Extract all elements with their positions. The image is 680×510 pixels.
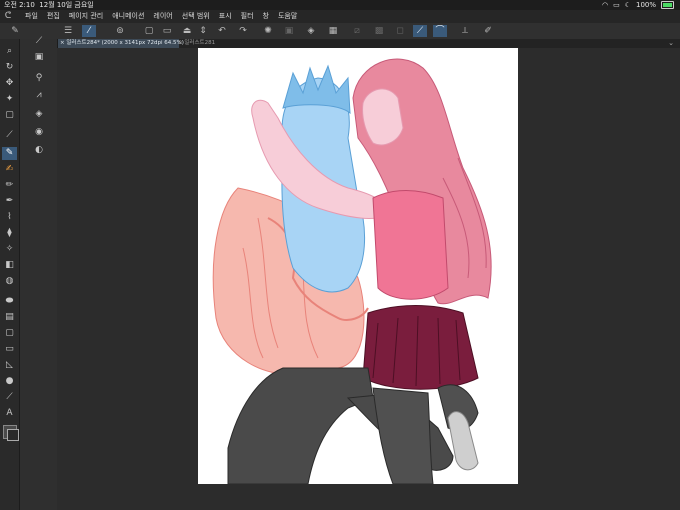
status-right: ◠ ▭ ☾ 100%: [602, 0, 674, 10]
status-time: 오전 2:10: [4, 1, 35, 9]
app-logo-icon[interactable]: ᕦ: [0, 10, 16, 23]
menu-edit[interactable]: 편집: [47, 10, 60, 23]
save-icon[interactable]: ⏏: [180, 25, 194, 37]
deselect-icon[interactable]: ◻: [393, 25, 407, 37]
move-icon[interactable]: ✥: [2, 77, 17, 90]
tab-label: 일러스트284* (2000 x 3141px 72dpi 64.5%): [66, 40, 184, 46]
menu-animation[interactable]: 애니메이션: [112, 10, 144, 23]
shape-icon[interactable]: ◺: [2, 359, 17, 372]
wifi-icon: ◠: [601, 1, 609, 9]
line-icon[interactable]: ⟋: [2, 391, 17, 404]
open-folder-icon[interactable]: ▭: [160, 25, 174, 37]
material-icon[interactable]: ◉: [32, 126, 46, 139]
line-draw-icon[interactable]: ⟋: [413, 25, 427, 37]
chevron-down-icon[interactable]: ⌄: [668, 39, 674, 48]
status-date: 12월 10일 금요일: [39, 1, 94, 9]
illustration: [212, 58, 492, 484]
marker-icon[interactable]: ✒: [2, 195, 17, 208]
rotate-icon[interactable]: ↻: [2, 61, 17, 74]
sub-tool-panel: ⟋ ▣ ⚲ ⩘ ◈ ◉ ◐: [20, 36, 58, 510]
battery-icon: [661, 1, 674, 9]
layer-property-icon[interactable]: ⊚: [113, 25, 127, 37]
drawing-canvas[interactable]: [198, 48, 518, 484]
transform-icon[interactable]: ▣: [282, 25, 296, 37]
select-rect-icon[interactable]: ▢: [2, 109, 17, 122]
decoration-icon[interactable]: ✧: [2, 243, 17, 256]
tab-label: 일러스트281: [184, 40, 216, 46]
pencil-icon[interactable]: ✏: [2, 179, 17, 192]
wand-icon[interactable]: ✦: [2, 93, 17, 106]
ruler-icon[interactable]: ▭: [2, 343, 17, 356]
clear-icon[interactable]: ⧄: [350, 25, 364, 37]
layer-icon[interactable]: ▣: [32, 51, 46, 64]
document-tab-bar: × 일러스트284* (2000 x 3141px 72dpi 64.5%) ×…: [57, 39, 680, 48]
grid-icon[interactable]: ▦: [326, 25, 340, 37]
figure-icon[interactable]: ⬬: [2, 295, 17, 308]
status-bar: 오전 2:10 12월 10일 금요일 ◠ ▭ ☾ 100%: [0, 0, 680, 10]
fill-icon[interactable]: ◈: [304, 25, 318, 37]
redo-icon[interactable]: ↷: [236, 25, 250, 37]
screen-mirror-icon: ▭: [613, 1, 620, 9]
text-ruler-icon[interactable]: ⩘: [32, 89, 46, 102]
command-bar: ✎ ☰ ⁄ ⊚ ▢ ▭ ⏏ ⇕ ↶ ↷ ✺ ▣ ◈ ▦ ⧄ ▩ ◻ ⟋ ⌒ ⟂ …: [0, 23, 680, 40]
menu-window[interactable]: 창: [263, 10, 269, 23]
fill-bucket-icon[interactable]: ⧫: [2, 227, 17, 240]
text-icon[interactable]: A: [2, 407, 17, 420]
sphere-icon[interactable]: ●: [2, 375, 17, 388]
vector-pen-icon[interactable]: ⚲: [32, 72, 46, 85]
crop-icon[interactable]: ▩: [372, 25, 386, 37]
menu-view[interactable]: 표시: [219, 10, 232, 23]
status-time-date: 오전 2:10 12월 10일 금요일: [4, 0, 94, 10]
zoom-icon[interactable]: ⌕: [2, 45, 17, 58]
menu-page-management[interactable]: 페이지 관리: [69, 10, 103, 23]
tab-document-2[interactable]: × 일러스트281: [175, 39, 218, 48]
tab-document-active[interactable]: × 일러스트284* (2000 x 3141px 72dpi 64.5%): [57, 39, 184, 48]
navigator-icon[interactable]: ◐: [32, 144, 46, 157]
menu-file[interactable]: 파일: [25, 10, 38, 23]
menu-selection[interactable]: 선택 범위: [182, 10, 210, 23]
stepper-icon[interactable]: ⇕: [196, 25, 210, 37]
eyedropper-icon[interactable]: ⟋: [2, 129, 17, 142]
pen-icon[interactable]: ✎: [2, 147, 17, 160]
curve-draw-icon[interactable]: ⌒: [433, 25, 447, 37]
new-document-icon[interactable]: ▢: [142, 25, 156, 37]
sub-color-swatch[interactable]: [7, 429, 19, 441]
hamburger-menu-icon[interactable]: ☰: [61, 25, 75, 37]
brush-icon[interactable]: ✍: [2, 163, 17, 176]
frame-icon[interactable]: ▢: [2, 327, 17, 340]
brush-size-icon[interactable]: ⟋: [32, 35, 46, 48]
tool-palette: ⌕ ↻ ✥ ✦ ▢ ⟋ ✎ ✍ ✏ ✒ ⌇ ⧫ ✧ ◧ ◍ ⬬ ▤ ▢ ▭ ◺ …: [0, 39, 20, 510]
menu-help[interactable]: 도움말: [278, 10, 297, 23]
settings-pen-icon[interactable]: ✐: [481, 25, 495, 37]
menu-bar: ᕦ 파일 편집 페이지 관리 애니메이션 레이어 선택 범위 표시 필터 창 도…: [0, 10, 680, 23]
ruler-snap-icon[interactable]: ⟂: [458, 25, 472, 37]
menu-filter[interactable]: 필터: [241, 10, 254, 23]
undo-icon[interactable]: ↶: [215, 25, 229, 37]
menu-layer[interactable]: 레이어: [153, 10, 172, 23]
pen-nib-icon[interactable]: ✎: [8, 25, 22, 37]
eraser-icon[interactable]: ◧: [2, 259, 17, 272]
sparkle-icon[interactable]: ✺: [261, 25, 275, 37]
layers-stack-icon[interactable]: ◈: [32, 108, 46, 121]
battery-percent: 100%: [635, 1, 656, 9]
blend-icon[interactable]: ◍: [2, 275, 17, 288]
gradient-icon[interactable]: ▤: [2, 311, 17, 324]
moon-icon: ☾: [624, 1, 631, 9]
brush-settings-icon[interactable]: ⁄: [82, 25, 96, 37]
airbrush-icon[interactable]: ⌇: [2, 211, 17, 224]
